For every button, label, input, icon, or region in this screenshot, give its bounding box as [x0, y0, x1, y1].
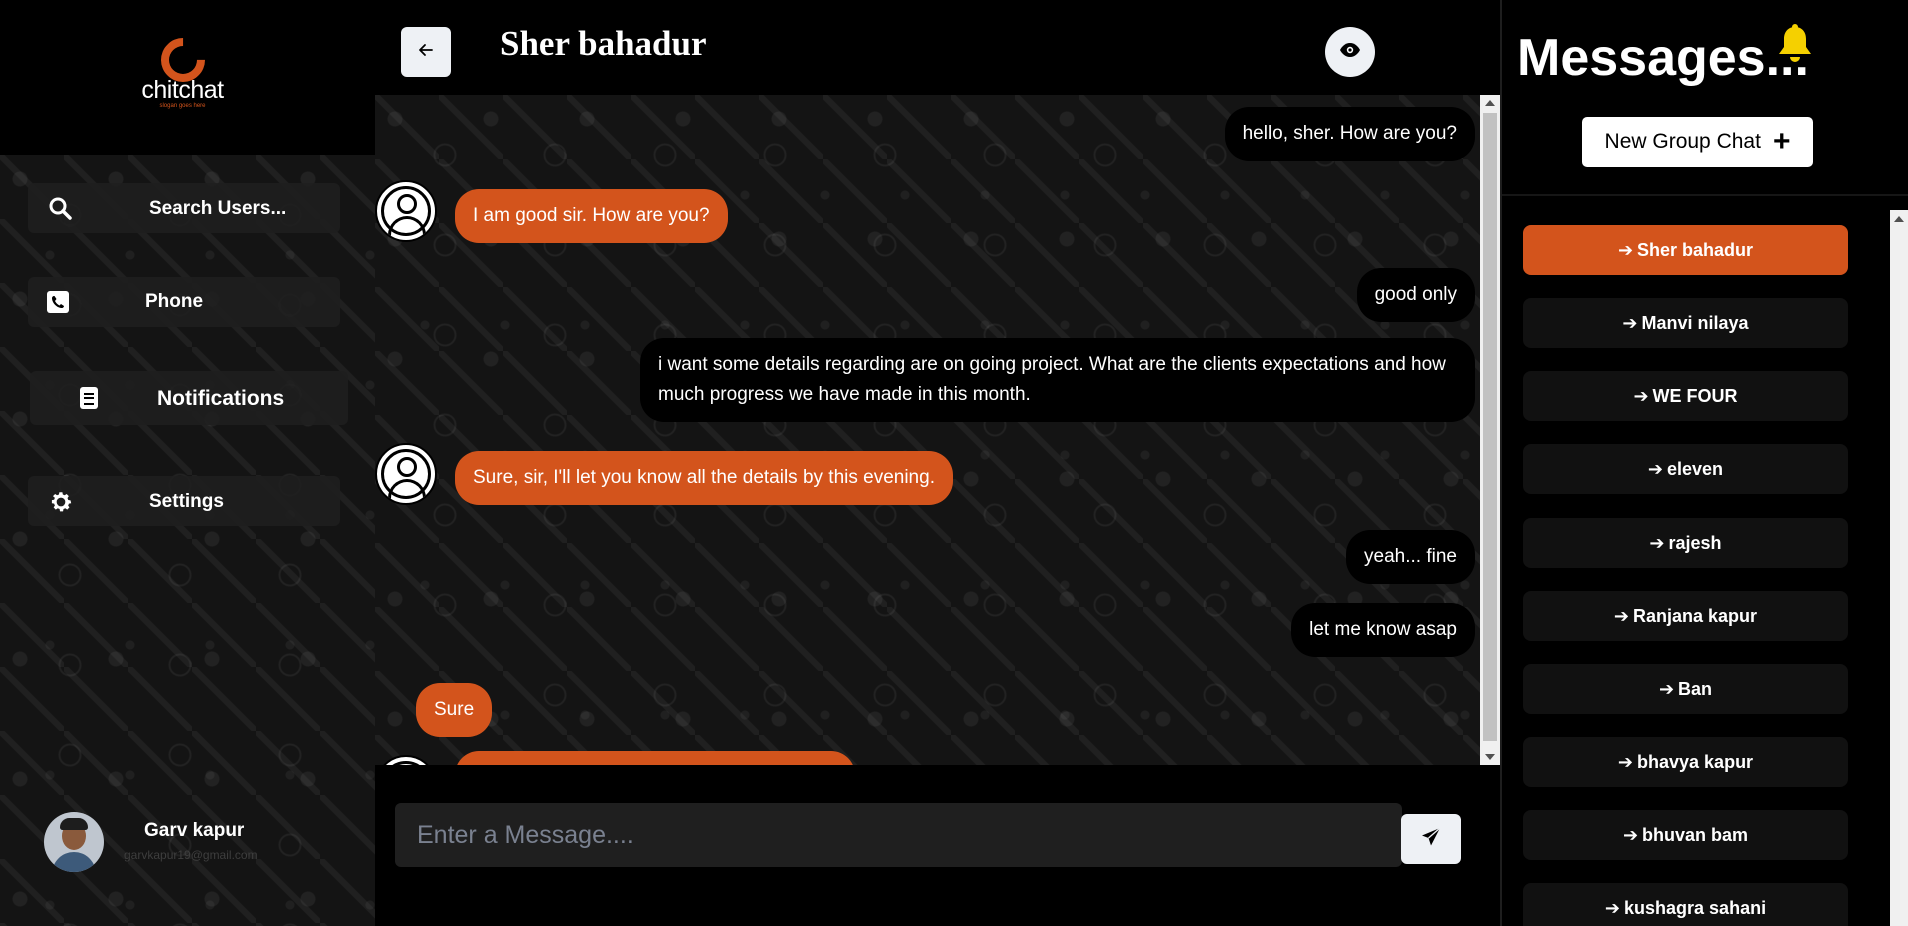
chat-list-item[interactable]: ➔ rajesh	[1523, 518, 1848, 568]
gear-icon	[48, 489, 74, 515]
chat-list-item[interactable]: ➔ Manvi nilaya	[1523, 298, 1848, 348]
eye-icon	[1340, 42, 1360, 62]
message-sent: let me know asap	[1291, 603, 1475, 657]
left-sidebar: chitchat slogan goes here Search Users..…	[0, 0, 375, 926]
sender-avatar-icon[interactable]	[375, 755, 437, 765]
chat-list-item[interactable]: ➔ WE FOUR	[1523, 371, 1848, 421]
chat-list-item[interactable]: ➔ eleven	[1523, 444, 1848, 494]
arrow-right-icon: ➔	[1613, 605, 1630, 626]
chat-list-item[interactable]: ➔ Ranjana kapur	[1523, 591, 1848, 641]
message-input[interactable]	[395, 803, 1402, 867]
message-received: I am good sir. How are you?	[455, 189, 728, 243]
plus-icon: +	[1772, 125, 1791, 158]
sidebar-item-notifications[interactable]: Notifications	[30, 371, 348, 425]
chat-list-item[interactable]: ➔ Ban	[1523, 664, 1848, 714]
notifications-icon	[78, 386, 100, 410]
arrow-right-icon: ➔	[1617, 239, 1634, 260]
user-name: Garv kapur	[144, 820, 245, 841]
scroll-up-arrow-icon[interactable]	[1485, 100, 1495, 106]
chat-list-scrollbar[interactable]	[1890, 210, 1908, 926]
chat-title: Sher bahadur	[500, 24, 707, 63]
arrow-right-icon: ➔	[1604, 897, 1621, 918]
sidebar-item-settings[interactable]: Settings	[28, 476, 340, 526]
phone-icon	[46, 290, 70, 314]
chat-header: Sher bahadur	[375, 0, 1500, 95]
message-received: Sure	[416, 683, 493, 737]
message-sent: yeah... fine	[1346, 530, 1475, 584]
new-group-chat-button[interactable]: New Group Chat +	[1582, 117, 1813, 167]
arrow-right-icon: ➔	[1622, 824, 1639, 845]
scroll-down-arrow-icon[interactable]	[1485, 754, 1495, 760]
arrow-right-icon: ➔	[1622, 312, 1638, 333]
arrow-right-icon: ➔	[1617, 751, 1634, 772]
chitchat-logo[interactable]: chitchat slogan goes here	[125, 28, 240, 118]
chat-list[interactable]: ➔ Sher bahadur ➔ Manvi nilaya ➔ WE FOUR ➔ el…	[1502, 210, 1908, 926]
chat-list-item[interactable]: ➔ bhavya kapur	[1523, 737, 1848, 787]
sidebar-item-phone[interactable]: Phone	[28, 277, 340, 327]
send-button[interactable]	[1401, 814, 1461, 864]
user-email: garvkapur19@gmail.com	[124, 848, 258, 862]
back-button[interactable]	[401, 27, 451, 77]
sidebar-item-label: Phone	[145, 291, 204, 312]
scrollbar-thumb[interactable]	[1483, 113, 1497, 741]
messages-area[interactable]: hello, sher. How are you? I am good sir.…	[375, 95, 1480, 765]
messages-scrollbar[interactable]	[1480, 95, 1500, 765]
avatar	[44, 812, 104, 872]
arrow-left-icon	[418, 42, 434, 63]
paper-plane-icon	[1421, 826, 1441, 852]
new-group-chat-label: New Group Chat	[1604, 130, 1761, 153]
view-profile-button[interactable]	[1325, 27, 1375, 77]
arrow-right-icon: ➔	[1633, 385, 1649, 406]
bell-icon[interactable]	[1776, 24, 1814, 71]
arrow-right-icon: ➔	[1647, 458, 1664, 479]
chat-app: chitchat slogan goes here Search Users..…	[0, 0, 1908, 926]
sidebar-item-label: Notifications	[157, 387, 285, 410]
sender-avatar-icon[interactable]	[375, 180, 437, 242]
sidebar-item-label: Settings	[149, 491, 224, 512]
chat-list-item[interactable]: ➔ kushagra sahani	[1523, 883, 1848, 926]
scroll-up-arrow-icon[interactable]	[1894, 216, 1904, 222]
divider	[1502, 194, 1908, 196]
message-composer	[375, 765, 1500, 926]
sender-avatar-icon[interactable]	[375, 443, 437, 505]
message-sent: i want some details regarding are on goi…	[640, 338, 1475, 422]
message-sent: hello, sher. How are you?	[1224, 107, 1475, 161]
messages-panel: Messages... New Group Chat + ➔ Sher bahad…	[1500, 0, 1908, 926]
message-sent: good only	[1356, 268, 1475, 322]
chat-list-item[interactable]: ➔ bhuvan bam	[1523, 810, 1848, 860]
arrow-right-icon: ➔	[1658, 678, 1675, 699]
sidebar-header: chitchat slogan goes here	[0, 0, 375, 155]
message-received-partial	[455, 751, 855, 765]
messages-panel-title: Messages...	[1517, 29, 1809, 87]
current-user-card[interactable]: Garv kapur garvkapur19@gmail.com	[44, 812, 344, 872]
sidebar-item-search-users[interactable]: Search Users...	[28, 183, 340, 233]
sidebar-background	[0, 155, 375, 926]
message-received: Sure, sir, I'll let you know all the det…	[455, 451, 953, 505]
chat-list-item[interactable]: ➔ Sher bahadur	[1523, 225, 1848, 275]
search-icon	[48, 196, 72, 220]
arrow-right-icon: ➔	[1649, 532, 1665, 553]
sidebar-item-label: Search Users...	[149, 198, 287, 219]
